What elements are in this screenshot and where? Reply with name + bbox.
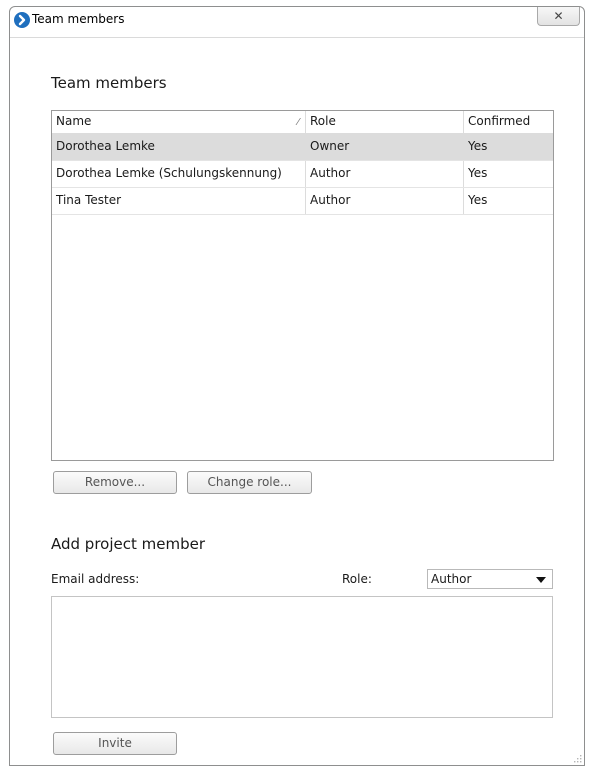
sort-indicator-icon: ⁄ — [297, 117, 299, 128]
change-role-button[interactable]: Change role... — [187, 471, 312, 494]
table-row[interactable]: Tina Tester Author Yes — [52, 188, 553, 215]
window-title: Team members — [32, 12, 125, 26]
cell-confirmed: Yes — [468, 139, 488, 153]
dropdown-caret-icon — [536, 577, 546, 583]
email-address-label: Email address: — [51, 572, 140, 586]
title-bar[interactable]: Team members ✕ — [10, 7, 584, 37]
role-label: Role: — [342, 572, 372, 586]
role-select-value: Author — [431, 572, 472, 586]
cell-role: Owner — [306, 134, 464, 160]
dialog-content: Team members Name ⁄ Role Confirmed Dorot… — [10, 37, 584, 765]
email-address-input[interactable] — [51, 596, 553, 718]
team-members-heading: Team members — [51, 74, 167, 92]
dialog-window: Team members ✕ Team members Name ⁄ Role … — [9, 6, 585, 766]
cell-role: Author — [306, 161, 464, 187]
app-icon — [14, 12, 30, 28]
role-select[interactable]: Author — [427, 569, 553, 589]
invite-button[interactable]: Invite — [53, 732, 177, 755]
table-row[interactable]: Dorothea Lemke (Schulungskennung) Author… — [52, 161, 553, 188]
resize-grip-icon[interactable] — [572, 753, 582, 763]
column-header-role[interactable]: Role — [306, 111, 464, 133]
cell-role: Author — [306, 188, 464, 214]
cell-confirmed: Yes — [468, 166, 488, 180]
close-button[interactable]: ✕ — [537, 7, 580, 26]
cell-name: Dorothea Lemke (Schulungskennung) — [52, 161, 306, 187]
team-members-table[interactable]: Name ⁄ Role Confirmed Dorothea Lemke Own… — [51, 110, 554, 461]
cell-name: Dorothea Lemke — [52, 134, 306, 160]
remove-button[interactable]: Remove... — [53, 471, 177, 494]
column-header-confirmed[interactable]: Confirmed — [464, 111, 553, 133]
add-project-member-heading: Add project member — [51, 535, 206, 553]
close-icon: ✕ — [553, 9, 564, 23]
table-header: Name ⁄ Role Confirmed — [52, 111, 553, 134]
column-header-name[interactable]: Name ⁄ — [52, 111, 306, 133]
cell-confirmed: Yes — [468, 193, 488, 207]
cell-name: Tina Tester — [52, 188, 306, 214]
table-row[interactable]: Dorothea Lemke Owner Yes — [52, 134, 553, 161]
